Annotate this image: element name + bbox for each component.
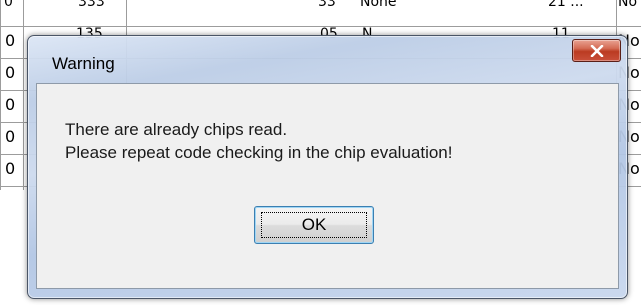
grid-line — [0, 0, 1, 190]
table-cell: 333 — [78, 0, 105, 10]
dialog-title: Warning — [52, 54, 115, 73]
close-button[interactable] — [572, 39, 621, 62]
dialog-body: There are already chips read. Please rep… — [36, 83, 619, 289]
table-cell: 21 ... — [548, 0, 584, 10]
ok-button[interactable]: OK — [254, 206, 374, 244]
table-cell: 0 — [4, 0, 13, 10]
message-line: Please repeat code checking in the chip … — [65, 143, 453, 162]
screen: 0 333 33 None 21 ... No 135 05 N 11 0 0 … — [0, 0, 641, 305]
table-cell: 0 — [5, 31, 16, 50]
table-cell: 0 — [5, 159, 16, 178]
table-cell: None — [360, 0, 397, 10]
warning-dialog: Warning There are already chips read. Pl… — [27, 35, 628, 299]
table-cell: 0 — [5, 95, 16, 114]
focus-rectangle: OK — [261, 212, 367, 238]
grid-line — [23, 0, 24, 190]
table-cell: 0 — [5, 63, 16, 82]
close-x-icon — [590, 44, 603, 57]
ok-button-label: OK — [301, 215, 327, 234]
table-cell: 33 — [318, 0, 336, 10]
table-cell: 0 — [5, 127, 16, 146]
table-cell: No — [618, 0, 638, 10]
message-line: There are already chips read. — [65, 120, 288, 139]
